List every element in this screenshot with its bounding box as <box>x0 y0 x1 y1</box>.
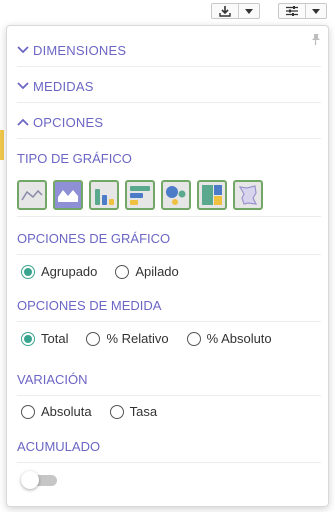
chart-type-selector <box>17 180 263 210</box>
download-icon <box>212 4 239 18</box>
section-medidas[interactable]: MEDIDAS <box>17 76 321 103</box>
chevron-up-icon <box>17 118 29 126</box>
chart-type-map-button[interactable] <box>233 180 263 210</box>
radio-tasa[interactable]: Tasa <box>109 404 158 419</box>
chevron-down-icon <box>17 46 29 54</box>
line-chart-icon <box>21 189 43 201</box>
radio-relativo[interactable]: % Relativo <box>86 331 169 346</box>
horizontal-bar-chart-icon <box>130 186 150 205</box>
background-accent-strip <box>0 130 4 160</box>
chart-type-treemap-button[interactable] <box>197 180 227 210</box>
acumulado-label: ACUMULADO <box>17 438 101 454</box>
acumulado-toggle[interactable] <box>21 471 57 489</box>
treemap-chart-icon <box>202 185 222 205</box>
divider <box>17 216 321 217</box>
chart-type-line-button[interactable] <box>17 180 47 210</box>
download-button[interactable] <box>211 3 260 19</box>
opciones-grafico-header: OPCIONES DE GRÁFICO <box>17 228 321 255</box>
radio-total-label: Total <box>41 331 69 346</box>
settings-button[interactable] <box>278 3 327 19</box>
radio-absoluto-indicator[interactable] <box>186 331 201 346</box>
radio-absoluta-indicator[interactable] <box>21 404 35 419</box>
opciones-grafico-label: OPCIONES DE GRÁFICO <box>17 230 171 246</box>
toolbar <box>211 3 327 21</box>
opciones-medida-radio-group: Total % Relativo % Absoluto <box>21 331 272 346</box>
variacion-header: VARIACIÓN <box>17 369 321 396</box>
acumulado-toggle-knob <box>21 471 39 489</box>
section-opciones-label: OPCIONES <box>33 114 104 130</box>
radio-agrupado[interactable]: Agrupado <box>21 264 97 279</box>
radio-apilado-label: Apilado <box>135 264 179 279</box>
download-menu-caret-down-icon[interactable] <box>239 4 259 18</box>
chart-type-bubble-button[interactable] <box>161 180 191 210</box>
radio-absoluta[interactable]: Absoluta <box>21 404 92 419</box>
settings-menu-caret-down-icon[interactable] <box>306 4 326 18</box>
radio-total[interactable]: Total <box>21 331 68 346</box>
section-dimensiones[interactable]: DIMENSIONES <box>17 40 321 67</box>
variacion-label: VARIACIÓN <box>17 371 88 387</box>
opciones-medida-header: OPCIONES DE MEDIDA <box>17 295 321 322</box>
radio-agrupado-label: Agrupado <box>41 264 98 279</box>
sliders-icon <box>279 4 306 18</box>
section-dimensiones-label: DIMENSIONES <box>33 42 127 58</box>
opciones-medida-label: OPCIONES DE MEDIDA <box>17 297 162 313</box>
chart-type-bar-button[interactable] <box>89 180 119 210</box>
radio-tasa-indicator[interactable] <box>109 404 124 419</box>
chevron-down-icon <box>17 82 29 90</box>
radio-apilado[interactable]: Apilado <box>115 264 179 279</box>
radio-absoluto-label: % Absoluto <box>206 331 272 346</box>
map-chart-icon <box>238 185 258 205</box>
radio-apilado-indicator[interactable] <box>115 264 130 279</box>
variacion-radio-group: Absoluta Tasa <box>21 404 157 419</box>
section-medidas-label: MEDIDAS <box>33 78 94 94</box>
acumulado-header: ACUMULADO <box>17 436 321 463</box>
radio-relativo-indicator[interactable] <box>86 331 101 346</box>
radio-tasa-label: Tasa <box>129 404 158 419</box>
chart-type-area-button[interactable] <box>53 180 83 210</box>
options-panel: DIMENSIONES MEDIDAS OPCIONES TIPO DE GRÁ… <box>6 25 329 507</box>
bar-chart-icon <box>95 189 114 205</box>
area-chart-icon <box>58 190 78 202</box>
tipo-grafico-label: TIPO DE GRÁFICO <box>17 150 132 166</box>
radio-absoluto[interactable]: % Absoluto <box>186 331 272 346</box>
section-opciones[interactable]: OPCIONES <box>17 112 321 139</box>
radio-total-indicator[interactable] <box>21 331 35 346</box>
chart-type-horizontal-bar-button[interactable] <box>125 180 155 210</box>
bubble-chart-icon <box>166 186 186 205</box>
radio-relativo-label: % Relativo <box>106 331 169 346</box>
opciones-grafico-radio-group: Agrupado Apilado <box>21 264 179 279</box>
radio-absoluta-label: Absoluta <box>41 404 92 419</box>
radio-agrupado-indicator[interactable] <box>21 264 35 279</box>
tipo-grafico-header: TIPO DE GRÁFICO <box>17 148 321 172</box>
